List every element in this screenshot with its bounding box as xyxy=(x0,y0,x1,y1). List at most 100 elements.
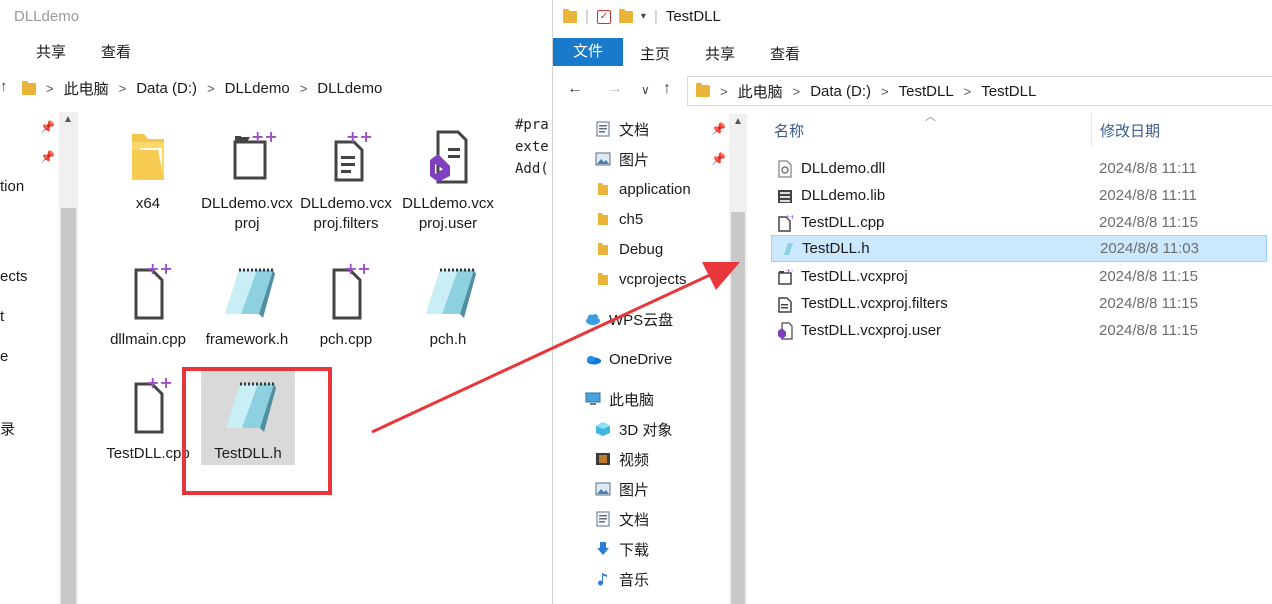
file-row-testdll-cpp[interactable]: ++ TestDLL.cpp 2024/8/8 11:15 xyxy=(771,209,1267,236)
file-date: 2024/8/8 11:03 xyxy=(1100,240,1199,257)
nav-label: 文档 xyxy=(619,511,650,529)
lib-icon xyxy=(777,187,793,205)
file-row-testdll-h[interactable]: TestDLL.h 2024/8/8 11:03 xyxy=(771,235,1267,262)
download-icon xyxy=(595,541,611,557)
file-row-dlldemo-dll[interactable]: DLLdemo.dll 2024/8/8 11:11 xyxy=(771,155,1267,182)
nav-item-3d-objects[interactable]: 3D 对象 xyxy=(595,414,672,444)
nav-item-downloads[interactable]: 下载 xyxy=(595,534,649,564)
nav-item-documents-pinned[interactable]: 文档 xyxy=(595,114,649,144)
nav-item-debug[interactable]: Debug xyxy=(595,234,663,264)
icon-label: dllmain.cpp xyxy=(110,331,186,348)
nav-stub-3[interactable]: e xyxy=(0,348,8,365)
file-name: DLLdemo.dll xyxy=(801,160,886,177)
left-nav-scrollbar[interactable]: ▲ xyxy=(59,112,78,604)
icon-item-x64[interactable]: x64 xyxy=(100,126,196,214)
pin-icon[interactable]: 📌 xyxy=(711,122,726,136)
pin-icon[interactable]: 📌 xyxy=(40,120,55,134)
nav-item-pictures-pinned[interactable]: 图片 xyxy=(595,144,649,174)
nav-item-pictures[interactable]: 图片 xyxy=(595,474,649,504)
left-crumb-3[interactable]: DLLdemo xyxy=(317,80,382,97)
left-tab-view[interactable]: 查看 xyxy=(101,41,131,62)
nav-item-documents[interactable]: 文档 xyxy=(595,504,649,534)
nav-stub-2[interactable]: t xyxy=(0,308,4,325)
file-row-testdll-vcxproj[interactable]: ++ TestDLL.vcxproj 2024/8/8 11:15 xyxy=(771,263,1267,290)
file-row-testdll-filters[interactable]: TestDLL.vcxproj.filters 2024/8/8 11:15 xyxy=(771,290,1267,317)
tab-view[interactable]: 查看 xyxy=(770,43,800,64)
nav-label: Debug xyxy=(619,240,664,258)
chevron-right-icon: > xyxy=(46,81,54,96)
column-header-name[interactable]: 名称 xyxy=(774,120,804,141)
chevron-down-icon[interactable]: ▾ xyxy=(641,11,646,22)
folder-icon xyxy=(696,83,710,97)
nav-item-wps-cloud[interactable]: WPS云盘 xyxy=(585,304,673,334)
right-explorer-window: | ✓ ▾ | TestDLL 文件 主页 共享 查看 ← → ∨ ↑ > 此电… xyxy=(552,0,1272,604)
icon-item-dlldemo-filters[interactable]: ++ DLLdemo.vcxproj.filters xyxy=(298,126,394,234)
nav-item-ch5[interactable]: ch5 xyxy=(595,204,643,234)
nav-item-music[interactable]: 音乐 xyxy=(595,564,649,594)
nav-stub-1[interactable]: ects xyxy=(0,268,28,285)
right-address-bar[interactable]: > 此电脑 > Data (D:) > TestDLL > TestDLL xyxy=(687,76,1272,106)
nav-item-application[interactable]: application xyxy=(595,174,691,204)
left-tab-share[interactable]: 共享 xyxy=(36,41,66,62)
back-arrow-icon[interactable]: ← xyxy=(567,80,583,98)
folder-icon xyxy=(22,80,36,95)
cpp-file-icon: ++ xyxy=(777,214,795,232)
left-crumb-1[interactable]: Data (D:) xyxy=(136,80,197,97)
left-address-bar[interactable]: ↑ > 此电脑 > Data (D:) > DLLdemo > DLLdemo xyxy=(0,74,552,102)
nav-label: 图片 xyxy=(619,481,650,499)
cpp-file-icon: ++ xyxy=(118,373,178,438)
nav-item-vcprojects[interactable]: vcprojects xyxy=(595,264,687,294)
pin-icon[interactable]: 📌 xyxy=(40,150,55,164)
icon-item-pch-h[interactable]: pch.h xyxy=(400,262,496,350)
properties-icon[interactable]: ✓ xyxy=(596,9,611,24)
onedrive-icon xyxy=(585,351,601,367)
scroll-thumb[interactable] xyxy=(731,212,745,604)
scroll-thumb[interactable] xyxy=(61,208,76,604)
chevron-right-icon: > xyxy=(299,81,308,96)
user-file-icon xyxy=(777,321,793,340)
nav-label: 下载 xyxy=(619,541,650,559)
up-arrow-icon[interactable]: ↑ xyxy=(0,78,8,95)
pin-icon[interactable]: 📌 xyxy=(711,152,726,166)
nav-label: 图片 xyxy=(619,151,650,169)
tab-share[interactable]: 共享 xyxy=(705,43,735,64)
new-folder-icon[interactable] xyxy=(618,8,633,23)
vcxproj-icon: ++ xyxy=(777,268,796,286)
file-row-dlldemo-lib[interactable]: DLLdemo.lib 2024/8/8 11:11 xyxy=(771,182,1267,209)
right-nav-scrollbar[interactable]: ▲ xyxy=(729,114,747,604)
up-arrow-icon[interactable]: ↑ xyxy=(663,80,671,98)
file-row-testdll-user[interactable]: TestDLL.vcxproj.user 2024/8/8 11:15 xyxy=(771,317,1267,344)
tab-home[interactable]: 主页 xyxy=(640,43,670,64)
documents-icon xyxy=(595,121,611,137)
column-header-modified[interactable]: 修改日期 xyxy=(1100,120,1160,141)
left-crumb-2[interactable]: DLLdemo xyxy=(225,80,290,97)
icon-item-dllmain-cpp[interactable]: ++ dllmain.cpp xyxy=(100,259,196,350)
nav-item-videos[interactable]: 视频 xyxy=(595,444,649,474)
column-divider[interactable] xyxy=(1091,112,1092,146)
nav-stub-4[interactable]: 录 xyxy=(0,418,15,439)
icon-label: x64 xyxy=(135,195,161,212)
nav-item-onedrive[interactable]: OneDrive xyxy=(585,344,672,374)
ribbon-tabs: 文件 主页 共享 查看 xyxy=(553,38,1272,66)
nav-label: WPS云盘 xyxy=(609,311,674,329)
nav-item-this-pc[interactable]: 此电脑 xyxy=(585,384,654,414)
icon-item-pch-cpp[interactable]: ++ pch.cpp xyxy=(298,259,394,350)
right-crumb-3[interactable]: TestDLL xyxy=(981,83,1036,100)
right-crumb-0[interactable]: 此电脑 xyxy=(738,81,783,102)
nav-stub-0[interactable]: tion xyxy=(0,178,24,195)
code-line: #pra xyxy=(515,117,549,133)
right-crumb-1[interactable]: Data (D:) xyxy=(810,83,871,100)
icon-item-dlldemo-vcxproj[interactable]: ++ DLLdemo.vcxproj xyxy=(199,126,295,234)
icon-item-dlldemo-user[interactable]: DLLdemo.vcxproj.user xyxy=(400,126,496,234)
tab-file[interactable]: 文件 xyxy=(553,38,623,66)
icon-label: DLLdemo.vcxproj xyxy=(201,195,293,232)
right-crumb-2[interactable]: TestDLL xyxy=(899,83,954,100)
scroll-up-icon[interactable]: ▲ xyxy=(63,114,73,125)
recent-chevron-icon[interactable]: ∨ xyxy=(641,83,650,97)
cpp-file-icon: ++ xyxy=(118,259,178,324)
scroll-up-icon[interactable]: ▲ xyxy=(733,116,743,127)
left-crumb-0[interactable]: 此电脑 xyxy=(64,78,109,99)
icon-item-framework-h[interactable]: framework.h xyxy=(199,262,295,350)
file-name: DLLdemo.lib xyxy=(801,187,886,204)
forward-arrow-icon[interactable]: → xyxy=(607,80,623,98)
